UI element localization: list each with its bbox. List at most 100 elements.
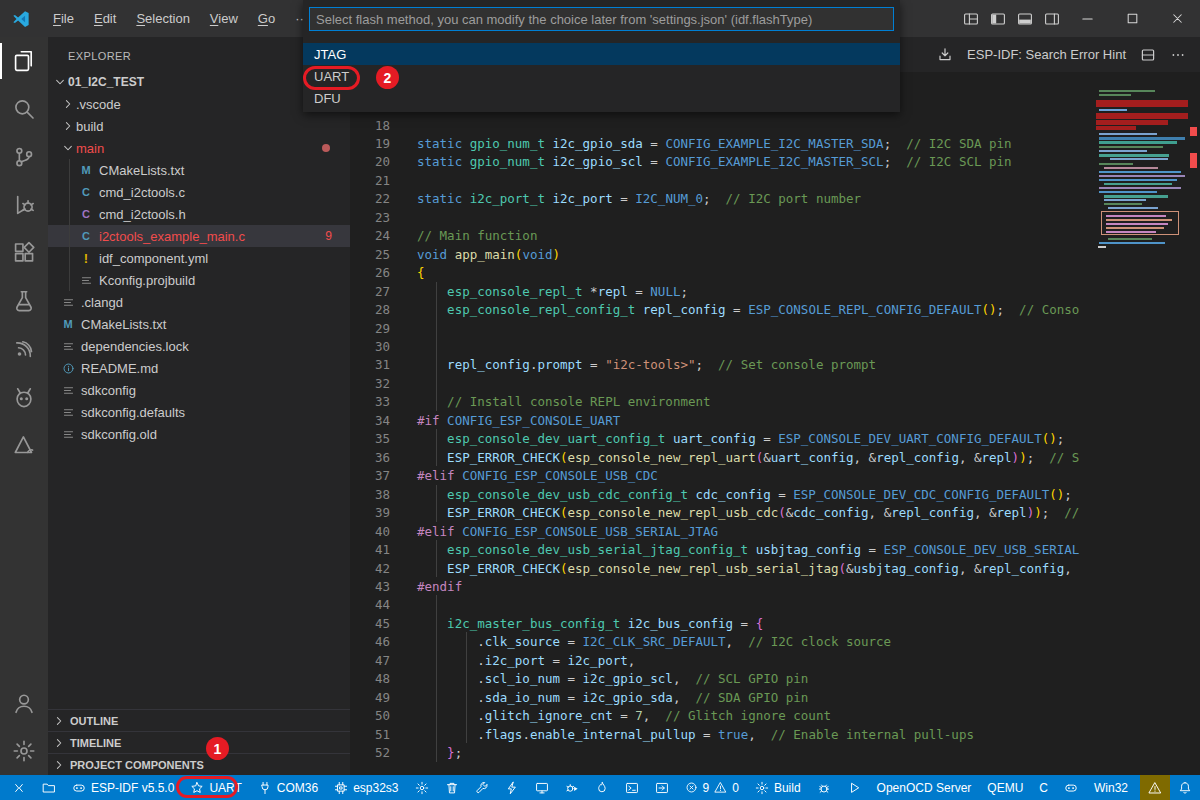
tree-item-readme-md[interactable]: README.md xyxy=(48,357,350,379)
status-serial-port[interactable]: COM36 xyxy=(250,775,326,800)
status-language-mode[interactable]: C xyxy=(1031,775,1056,800)
config-file-icon xyxy=(60,428,76,441)
status-copilot[interactable] xyxy=(1056,775,1086,800)
status-device-target[interactable]: esp32s3 xyxy=(326,775,406,800)
menu-file[interactable]: File xyxy=(44,8,83,29)
code-line-30: 30 xyxy=(350,337,1096,356)
tree-item-cmd-i2ctools-c[interactable]: Ccmd_i2ctools.c xyxy=(48,181,350,203)
search-error-hint-label[interactable]: ESP-IDF: Search Error Hint xyxy=(967,47,1126,62)
tree-item-kconfig-projbuild[interactable]: Kconfig.projbuild xyxy=(48,269,350,291)
line-number: 41 xyxy=(350,540,390,559)
activity-manage[interactable] xyxy=(0,727,48,775)
minimap[interactable] xyxy=(1096,72,1188,775)
status-openocd-server[interactable]: OpenOCD Server xyxy=(869,775,980,800)
plug-icon xyxy=(258,781,272,795)
layout-bottom-icon[interactable] xyxy=(1011,0,1038,37)
minimap-line xyxy=(1099,191,1157,193)
status-flash[interactable] xyxy=(497,775,527,800)
activity-testing[interactable] xyxy=(0,277,48,325)
debug-icon xyxy=(565,781,579,795)
menu-selection[interactable]: Selection xyxy=(127,8,198,29)
minimap-line xyxy=(1104,183,1172,185)
code-line-42: 42 ESP_ERROR_CHECK(esp_console_new_repl_… xyxy=(350,559,1096,578)
line-number: 47 xyxy=(350,651,390,670)
line-number: 42 xyxy=(350,559,390,578)
status-project-folder[interactable] xyxy=(34,775,64,800)
status-build-tools[interactable] xyxy=(467,775,497,800)
status-debug-device[interactable] xyxy=(557,775,587,800)
tree-item-idf-component-yml[interactable]: !idf_component.yml xyxy=(48,247,350,269)
split-editor-icon[interactable] xyxy=(1140,47,1156,63)
quickpick-dropdown: Select flash method, you can modify the … xyxy=(303,0,900,112)
menu-go[interactable]: Go xyxy=(249,8,284,29)
tree-item-cmakelists-txt[interactable]: MCMakeLists.txt xyxy=(48,159,350,181)
tree-item-cmakelists-txt[interactable]: MCMakeLists.txt xyxy=(48,313,350,335)
tree-item-i2ctools-example-main-c[interactable]: Ci2ctools_example_main.c9 xyxy=(48,225,350,247)
status-new-terminal[interactable] xyxy=(647,775,677,800)
overview-ruler xyxy=(1188,72,1200,775)
status-idf-terminal[interactable] xyxy=(617,775,647,800)
code-editor[interactable]: 1819static gpio_num_t i2c_gpio_sda = CON… xyxy=(350,72,1096,775)
status-idf-notification[interactable] xyxy=(1140,775,1170,800)
line-number: 38 xyxy=(350,485,390,504)
line-number: 23 xyxy=(350,208,390,227)
status-monitor-device[interactable] xyxy=(527,775,557,800)
chevron-right-icon xyxy=(60,97,76,111)
code-line-20: 20static gpio_num_t i2c_gpio_scl = CONFI… xyxy=(350,152,1096,171)
status-full-clean[interactable] xyxy=(437,775,467,800)
line-number: 19 xyxy=(350,134,390,153)
status-notifications[interactable] xyxy=(1170,775,1200,800)
section-project-components[interactable]: PROJECT COMPONENTS xyxy=(48,753,350,775)
layout-left-icon[interactable] xyxy=(984,0,1011,37)
cmake-icon: M xyxy=(78,164,94,176)
annotation-ellipse-uart-option xyxy=(303,66,360,90)
activity-esp-idf-explorer[interactable] xyxy=(0,325,48,373)
tree-item-sdkconfig-defaults[interactable]: sdkconfig.defaults xyxy=(48,401,350,423)
tree-item-dependencies-lock[interactable]: dependencies.lock xyxy=(48,335,350,357)
layout-right-icon[interactable] xyxy=(1038,0,1065,37)
status-debug-icon[interactable] xyxy=(809,775,839,800)
layout-grid-icon[interactable] xyxy=(957,0,984,37)
bolt-icon xyxy=(505,781,519,795)
section-timeline[interactable]: TIMELINE xyxy=(48,731,350,753)
status-build-flash-monitor[interactable] xyxy=(587,775,617,800)
status-menuconfig[interactable] xyxy=(407,775,437,800)
activity-explorer[interactable] xyxy=(0,37,48,85)
activity-extensions[interactable] xyxy=(0,229,48,277)
error-count-badge: 9 xyxy=(325,229,332,243)
activity-esp-components[interactable] xyxy=(0,421,48,469)
tree-item-sdkconfig-old[interactable]: sdkconfig.old xyxy=(48,423,350,445)
quickpick-item-jtag[interactable]: JTAG xyxy=(303,43,900,65)
line-number: 34 xyxy=(350,411,390,430)
activity-esp-debug[interactable] xyxy=(0,373,48,421)
code-line-25: 25void app_main(void) xyxy=(350,245,1096,264)
status-qemu[interactable]: QEMU xyxy=(979,775,1031,800)
section-outline[interactable]: OUTLINE xyxy=(48,709,350,731)
status-remote[interactable] xyxy=(4,775,34,800)
minimize-button[interactable] xyxy=(1065,0,1110,37)
tree-item--clangd[interactable]: .clangd xyxy=(48,291,350,313)
quickpick-item-dfu[interactable]: DFU xyxy=(303,87,900,109)
quickpick-input[interactable]: Select flash method, you can modify the … xyxy=(309,7,894,31)
activity-search[interactable] xyxy=(0,85,48,133)
tree-item-main[interactable]: main xyxy=(48,137,350,159)
more-actions-icon[interactable] xyxy=(1170,47,1186,63)
menu-edit[interactable]: Edit xyxy=(85,8,125,29)
flash-download-icon[interactable] xyxy=(937,47,953,63)
line-number: 31 xyxy=(350,355,390,374)
status-espidf-version[interactable]: ESP-IDF v5.5.0 xyxy=(64,775,182,800)
maximize-button[interactable] xyxy=(1110,0,1155,37)
status-run-task[interactable] xyxy=(839,775,869,800)
tree-item-sdkconfig[interactable]: sdkconfig xyxy=(48,379,350,401)
status-platform[interactable]: Win32 xyxy=(1086,775,1136,800)
activity-source-control[interactable] xyxy=(0,133,48,181)
menu-view[interactable]: View xyxy=(201,8,247,29)
minimap-line xyxy=(1099,150,1147,152)
tree-item-build[interactable]: build xyxy=(48,115,350,137)
status-problems[interactable]: 90 xyxy=(677,775,747,800)
tree-item-cmd-i2ctools-h[interactable]: Ccmd_i2ctools.h xyxy=(48,203,350,225)
activity-run-and-debug[interactable] xyxy=(0,181,48,229)
close-button[interactable] xyxy=(1155,0,1200,37)
status-build-task[interactable]: Build xyxy=(747,775,809,800)
activity-accounts[interactable] xyxy=(0,679,48,727)
